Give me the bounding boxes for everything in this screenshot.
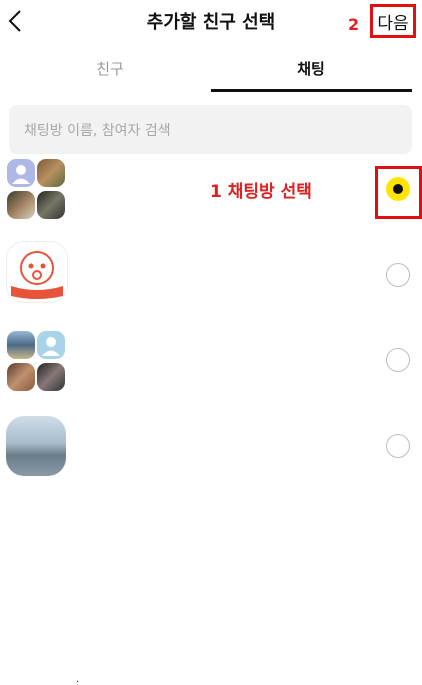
tab-friends[interactable]: 친구 xyxy=(10,50,210,92)
next-button[interactable]: 다음 xyxy=(370,4,416,38)
avatar-photo xyxy=(37,159,65,187)
avatar-photo xyxy=(7,363,35,391)
chat-row[interactable] xyxy=(0,413,422,483)
chat-avatar-group xyxy=(6,331,66,391)
avatar-photo xyxy=(37,363,65,391)
step-1-annotation: 1 채팅방 선택 xyxy=(210,182,312,202)
header: 추가할 친구 선택 2 다음 xyxy=(0,0,422,44)
tab-chats[interactable]: 채팅 xyxy=(211,50,411,92)
chat-name: . xyxy=(76,674,80,685)
chat-avatar-group xyxy=(6,159,66,219)
chat-row[interactable]: . xyxy=(0,327,422,685)
avatar-photo xyxy=(37,191,65,219)
radio-unselected[interactable] xyxy=(386,434,410,458)
radio-unselected[interactable] xyxy=(386,348,410,372)
selection-highlight-box xyxy=(375,166,422,219)
avatar-placeholder-icon xyxy=(37,331,65,359)
search-input[interactable]: 채팅방 이름, 참여자 검색 xyxy=(9,105,412,154)
tab-bar: 친구 채팅 xyxy=(0,50,422,92)
avatar-placeholder-icon xyxy=(7,159,35,187)
avatar-photo xyxy=(7,331,35,359)
step-2-annotation: 2 xyxy=(348,15,360,34)
chat-row[interactable] xyxy=(0,240,422,310)
avatar-photo xyxy=(7,191,35,219)
active-tab-indicator xyxy=(211,89,412,92)
radio-unselected[interactable] xyxy=(386,263,410,287)
chat-avatar-photo xyxy=(6,416,66,476)
chat-avatar-cartoon xyxy=(6,241,68,303)
